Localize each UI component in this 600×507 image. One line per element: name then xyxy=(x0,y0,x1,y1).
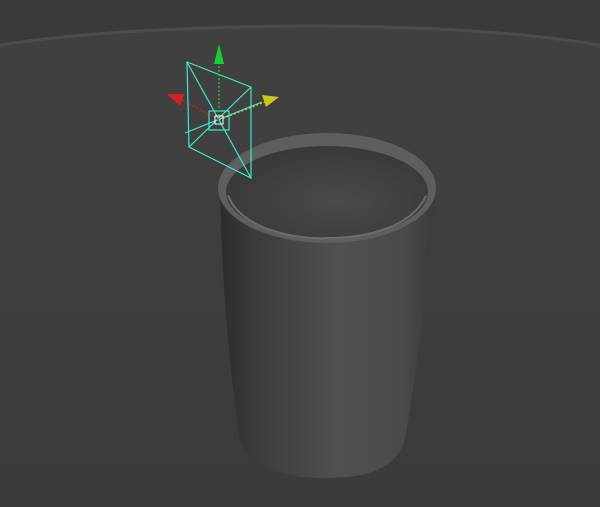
viewport-scene[interactable] xyxy=(0,0,600,507)
3d-viewport[interactable] xyxy=(0,0,600,507)
cup-mesh[interactable] xyxy=(218,133,436,478)
